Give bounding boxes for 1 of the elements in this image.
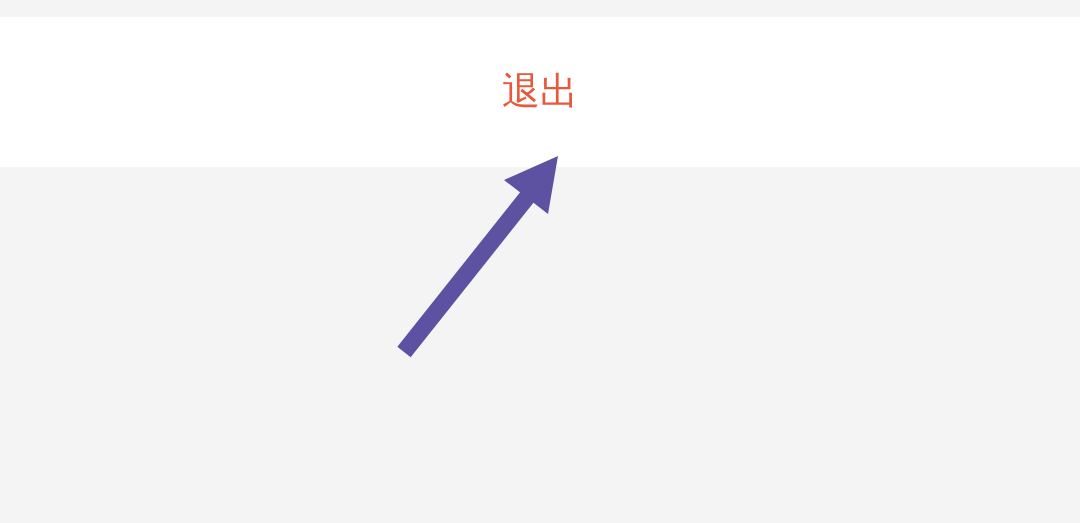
logout-button[interactable]: 退出 bbox=[500, 69, 580, 115]
